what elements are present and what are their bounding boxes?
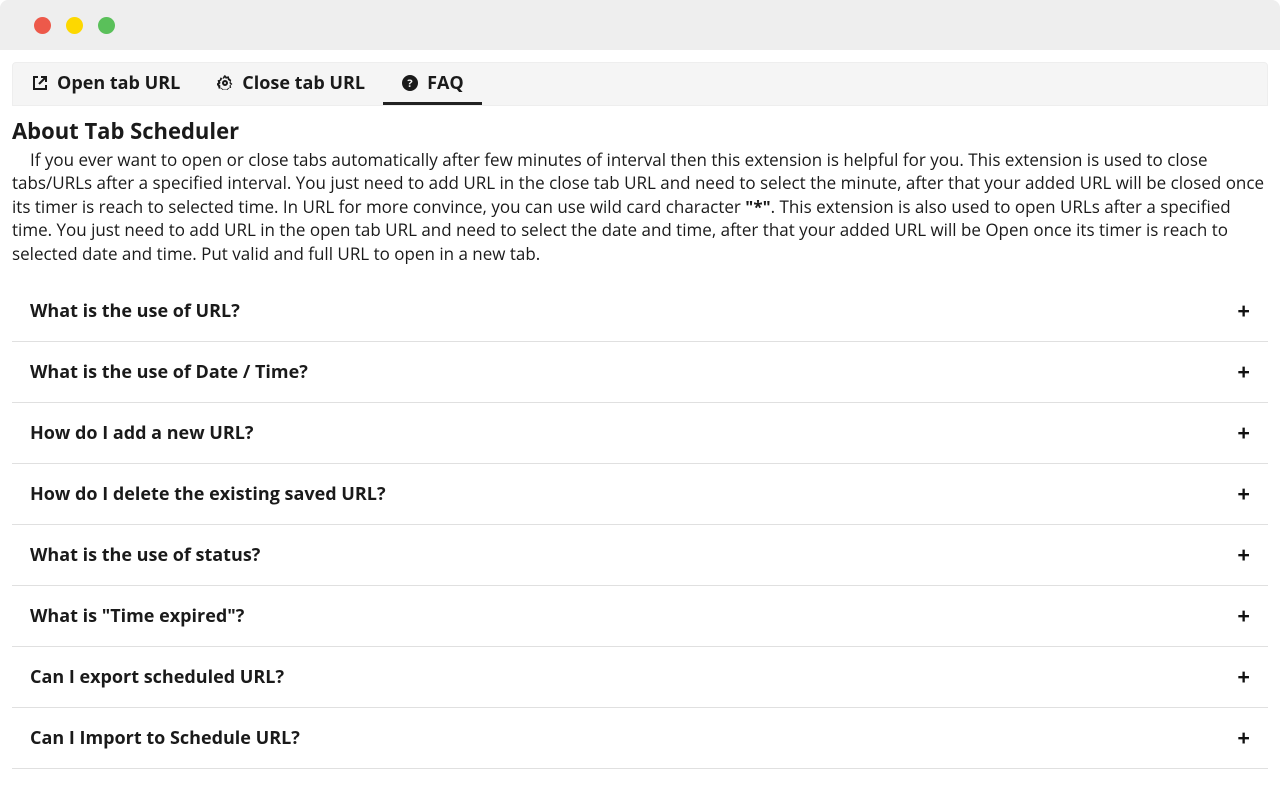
- minimize-window-button[interactable]: [66, 17, 83, 34]
- question-circle-icon: ?: [401, 74, 419, 92]
- expand-icon: +: [1237, 727, 1250, 749]
- faq-question: Can I export scheduled URL?: [30, 665, 284, 689]
- faq-question: Can I Import to Schedule URL?: [30, 726, 300, 750]
- faq-question: What is the use of Date / Time?: [30, 360, 308, 384]
- about-description: If you ever want to open or close tabs a…: [12, 148, 1268, 265]
- about-section: About Tab Scheduler If you ever want to …: [12, 106, 1268, 265]
- maximize-window-button[interactable]: [98, 17, 115, 34]
- faq-item[interactable]: How do I delete the existing saved URL? …: [12, 464, 1268, 525]
- faq-item[interactable]: Can I Import to Schedule URL? +: [12, 708, 1268, 769]
- about-title: About Tab Scheduler: [12, 116, 1268, 146]
- tab-label: FAQ: [427, 71, 464, 95]
- faq-item[interactable]: What is "Time expired"? +: [12, 586, 1268, 647]
- faq-question: What is the use of status?: [30, 543, 260, 567]
- faq-question: How do I delete the existing saved URL?: [30, 482, 386, 506]
- expand-icon: +: [1237, 544, 1250, 566]
- close-window-button[interactable]: [34, 17, 51, 34]
- faq-item[interactable]: How do I add a new URL? +: [12, 403, 1268, 464]
- expand-icon: +: [1237, 483, 1250, 505]
- expand-icon: +: [1237, 422, 1250, 444]
- tab-faq[interactable]: ? FAQ: [383, 63, 482, 105]
- expand-icon: +: [1237, 361, 1250, 383]
- faq-item[interactable]: Can I export scheduled URL? +: [12, 647, 1268, 708]
- tab-open-url[interactable]: Open tab URL: [13, 63, 198, 105]
- about-desc-bold: "*": [745, 195, 770, 218]
- expand-icon: +: [1237, 605, 1250, 627]
- faq-question: What is the use of URL?: [30, 299, 240, 323]
- expand-icon: +: [1237, 666, 1250, 688]
- faq-list: What is the use of URL? + What is the us…: [12, 281, 1268, 769]
- expand-icon: +: [1237, 300, 1250, 322]
- faq-question: How do I add a new URL?: [30, 421, 254, 445]
- faq-question: What is "Time expired"?: [30, 604, 244, 628]
- faq-item[interactable]: What is the use of URL? +: [12, 281, 1268, 342]
- window-titlebar: [0, 0, 1280, 50]
- tab-bar: Open tab URL Close tab URL ? FAQ: [12, 62, 1268, 106]
- tab-label: Close tab URL: [242, 71, 365, 95]
- gear-icon: [216, 74, 234, 92]
- external-link-icon: [31, 74, 49, 92]
- faq-item[interactable]: What is the use of Date / Time? +: [12, 342, 1268, 403]
- faq-item[interactable]: What is the use of status? +: [12, 525, 1268, 586]
- svg-text:?: ?: [407, 76, 412, 91]
- tab-label: Open tab URL: [57, 71, 180, 95]
- content-area: Open tab URL Close tab URL ? FAQ About T…: [0, 50, 1280, 769]
- tab-close-url[interactable]: Close tab URL: [198, 63, 383, 105]
